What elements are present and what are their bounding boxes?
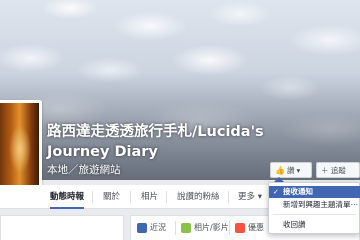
page-title[interactable]: 路西達走透透旅行手札/Lucida's Journey Diary xyxy=(47,122,277,162)
offer-label: 優惠 xyxy=(248,223,264,232)
nav-divider xyxy=(130,191,131,203)
tab-timeline[interactable]: 動態時報 xyxy=(50,185,85,209)
like-options-menu: ✓ 接收通知 新增到興趣主題清單⋯ 收回讚 xyxy=(268,182,360,234)
photo-icon xyxy=(181,223,191,233)
menu-item-get-notifications[interactable]: ✓ 接收通知 xyxy=(269,186,360,198)
tab-more[interactable]: 更多 ▾ xyxy=(238,185,262,209)
page-category[interactable]: 本地／旅遊網站 xyxy=(47,164,121,177)
menu-item-unlike[interactable]: 收回讚 xyxy=(269,219,360,231)
nav-divider xyxy=(228,191,229,203)
photo-video-button[interactable]: 相片/影片 xyxy=(181,221,229,235)
checkmark-icon: ✓ xyxy=(273,188,279,196)
status-update-label: 近況 xyxy=(150,223,166,232)
left-column-card xyxy=(0,215,124,240)
pencil-icon xyxy=(137,223,147,233)
liked-button[interactable]: 👍 讚 ▾ xyxy=(270,162,312,178)
menu-item-add-to-interest-list[interactable]: 新增到興趣主題清單⋯ xyxy=(269,199,360,211)
tab-about[interactable]: 關於 xyxy=(103,185,120,209)
thumbs-up-icon: 👍 xyxy=(275,165,285,175)
menu-divider xyxy=(273,214,356,215)
composer-divider xyxy=(175,221,176,235)
menu-item-label: 新增到興趣主題清單⋯ xyxy=(283,200,358,209)
tab-likes[interactable]: 說讚的粉絲 xyxy=(177,185,220,209)
menu-item-label: 接收通知 xyxy=(283,187,313,196)
nav-divider xyxy=(166,191,167,203)
photo-video-label: 相片/影片 xyxy=(194,223,229,232)
chevron-down-icon: ▾ xyxy=(296,165,301,175)
tab-photos[interactable]: 相片 xyxy=(141,185,158,209)
offer-tag-icon xyxy=(235,223,245,233)
liked-button-label: 讚 xyxy=(286,165,295,175)
follow-button[interactable]: ＋ 追蹤 xyxy=(316,162,360,178)
profile-picture[interactable] xyxy=(0,100,42,198)
composer-divider xyxy=(229,221,230,235)
menu-item-label: 收回讚 xyxy=(283,220,306,229)
status-update-button[interactable]: 近況 xyxy=(137,221,166,235)
follow-button-label: ＋ 追蹤 xyxy=(321,165,346,175)
offer-button[interactable]: 優惠 xyxy=(235,221,264,235)
nav-divider xyxy=(92,191,93,203)
